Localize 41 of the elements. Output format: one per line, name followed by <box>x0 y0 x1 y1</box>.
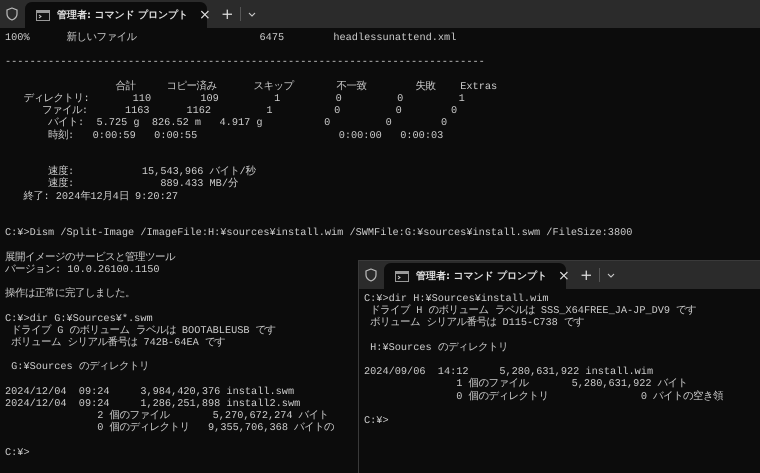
console-line: 操作は正常に完了しました。 <box>5 288 135 300</box>
console-line: 展開イメージのサービスと管理ツール <box>5 252 175 264</box>
console-line: H:¥Sources のディレクトリ <box>369 342 508 354</box>
console-line: C:¥>Dism /Split-Image /ImageFile:H:¥sources¥install.wim /SWMFile:G:¥sources¥install.swm /FileSize:3800 <box>5 227 632 240</box>
console-line: 合計 コピー済み スキップ 不一致 失敗 Extras <box>114 80 498 93</box>
console-line: 終了: 2024年12月4日 9:20:27 <box>22 190 178 203</box>
console-line: ドライブ H のボリューム ラベルは SSS_X64FREE_JA-JP_DV9 です <box>369 305 696 318</box>
console-line: 速度: 15,543,966 バイト/秒 <box>47 166 256 178</box>
terminal-tab[interactable]: 管理者: コマンド プロンプト × <box>384 263 566 289</box>
console-line: ファイル: 1163 1162 1 0 0 0 <box>40 105 458 118</box>
shield-icon <box>365 268 377 282</box>
console-line: 2024/12/04 09:24 1,286,251,898 install2.swm <box>5 398 300 410</box>
console-line: バイト: 5.725 g 826.52 m 4.917 g 0 0 0 <box>47 117 448 130</box>
terminal-icon <box>36 10 50 20</box>
console-line: C:¥> <box>364 414 389 428</box>
console-line: バージョン: 10.0.26100.1150 <box>5 264 160 276</box>
console-line: 2024/09/06 14:12 5,280,631,922 install.wim <box>364 366 654 378</box>
console-line: 時刻: 0:00:59 0:00:55 0:00:00 0:00:03 <box>47 130 444 142</box>
console-line: 1 個のファイル 5,280,631,922 バイト <box>455 378 688 390</box>
shield-icon <box>6 7 18 21</box>
chevron-down-icon <box>606 272 615 278</box>
console-line: ボリューム シリアル番号は D115-C738 です <box>369 317 584 330</box>
console-line: ドライブ G のボリューム ラベルは BOOTABLEUSB です <box>10 324 276 337</box>
console-line: C:¥>dir H:¥Sources¥install.wim <box>364 293 549 305</box>
console-line: 0 個のディレクトリ 0 バイトの空き領 <box>455 390 724 403</box>
terminal-tab[interactable]: 管理者: コマンド プロンプト × <box>25 2 207 28</box>
console-line: G:¥Sources のディレクトリ <box>10 361 149 374</box>
console-line: ------------------------------------------------------------------------------ <box>5 56 485 69</box>
terminal-icon <box>395 270 409 282</box>
console-line: 2 個のファイル 5,270,672,274 バイト <box>96 410 329 422</box>
console-line: C:¥>dir G:¥Sources¥*.swm <box>5 312 153 325</box>
console-line: 2024/12/04 09:24 3,984,420,376 install.swm <box>5 386 294 398</box>
console-line: ディレクトリ: 110 109 1 0 0 1 <box>22 92 465 105</box>
console-line: 速度: 889.433 MB/分 <box>47 178 238 190</box>
chevron-down-icon <box>248 12 256 16</box>
console-line: 0 個のディレクトリ 9,355,706,368 バイトの <box>96 422 334 435</box>
new-tab-button[interactable]: + <box>574 266 599 284</box>
console-line: C:¥> <box>5 446 30 459</box>
new-tab-button[interactable]: + <box>215 5 240 23</box>
console-line: 100% 新しいファイル 6475 headlessunattend.xml <box>5 32 456 44</box>
console-line: ボリューム シリアル番号は 742B-64EA です <box>10 336 225 350</box>
